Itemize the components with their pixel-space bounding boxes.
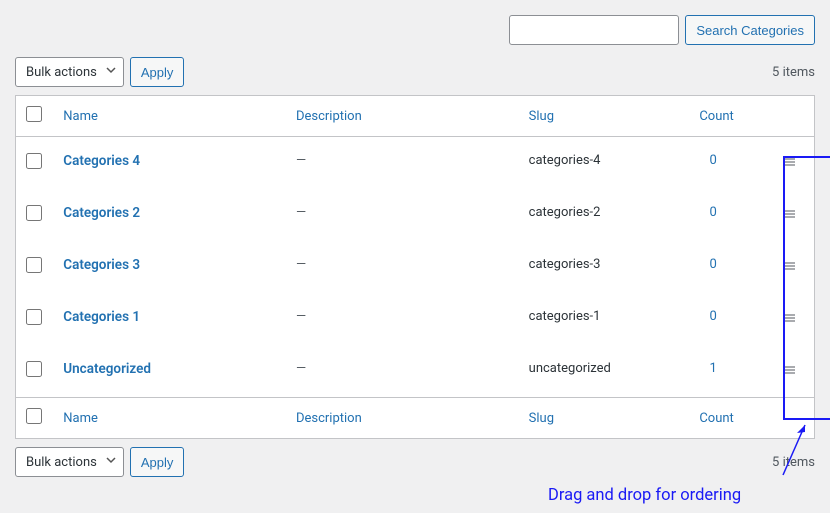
row-count-link[interactable]: 0 xyxy=(709,153,716,168)
items-count-top: 5 items xyxy=(772,65,815,80)
column-count-bottom[interactable]: Count xyxy=(699,411,733,426)
bulk-actions-select[interactable]: Bulk actions xyxy=(15,57,124,87)
table-row: Uncategorized — uncategorized 1 xyxy=(16,345,815,398)
column-slug-bottom[interactable]: Slug xyxy=(529,411,554,426)
table-row: Categories 2 — categories-2 0 xyxy=(16,189,815,241)
row-name-link[interactable]: Uncategorized xyxy=(63,361,151,377)
row-count-link[interactable]: 0 xyxy=(709,309,716,324)
drag-handle-icon[interactable] xyxy=(781,205,799,223)
drag-handle-icon[interactable] xyxy=(781,309,799,327)
row-description: — xyxy=(296,205,306,220)
search-categories-button[interactable]: Search Categories xyxy=(685,15,815,45)
row-name-link[interactable]: Categories 2 xyxy=(63,205,140,221)
drag-handle-icon[interactable] xyxy=(781,257,799,275)
column-name[interactable]: Name xyxy=(63,109,98,124)
row-description: — xyxy=(296,309,306,324)
select-all-checkbox-bottom[interactable] xyxy=(26,408,42,424)
row-slug: categories-4 xyxy=(529,153,601,168)
items-count-bottom: 5 items xyxy=(772,455,815,470)
column-description-bottom[interactable]: Description xyxy=(296,411,362,426)
row-description: — xyxy=(296,153,306,168)
row-count-link[interactable]: 0 xyxy=(709,257,716,272)
annotation-text: Drag and drop for ordering xyxy=(548,486,741,505)
row-checkbox[interactable] xyxy=(26,153,42,169)
table-row: Categories 1 — categories-1 0 xyxy=(16,293,815,345)
row-description: — xyxy=(296,361,306,376)
row-slug: uncategorized xyxy=(529,361,611,376)
row-name-link[interactable]: Categories 3 xyxy=(63,257,140,273)
column-count[interactable]: Count xyxy=(699,109,733,124)
row-count-link[interactable]: 1 xyxy=(709,361,716,376)
apply-button-top[interactable]: Apply xyxy=(130,57,185,87)
row-description: — xyxy=(296,257,306,272)
row-count-link[interactable]: 0 xyxy=(709,205,716,220)
chevron-down-icon xyxy=(105,64,117,80)
bulk-actions-label: Bulk actions xyxy=(26,65,97,80)
row-slug: categories-1 xyxy=(529,309,601,324)
row-checkbox[interactable] xyxy=(26,361,42,377)
search-input[interactable] xyxy=(509,15,679,45)
row-slug: categories-2 xyxy=(529,205,601,220)
row-checkbox[interactable] xyxy=(26,309,42,325)
table-row: Categories 4 — categories-4 0 xyxy=(16,137,815,190)
row-checkbox[interactable] xyxy=(26,257,42,273)
column-description[interactable]: Description xyxy=(296,109,362,124)
row-name-link[interactable]: Categories 4 xyxy=(63,153,140,169)
column-slug[interactable]: Slug xyxy=(529,109,554,124)
select-all-checkbox-top[interactable] xyxy=(26,106,42,122)
column-name-bottom[interactable]: Name xyxy=(63,411,98,426)
row-checkbox[interactable] xyxy=(26,205,42,221)
row-slug: categories-3 xyxy=(529,257,601,272)
bulk-actions-label-bottom: Bulk actions xyxy=(26,455,97,470)
bulk-actions-select-bottom[interactable]: Bulk actions xyxy=(15,447,124,477)
drag-handle-icon[interactable] xyxy=(781,361,799,379)
categories-table: Name Description Slug Count Categories 4… xyxy=(15,95,815,439)
drag-handle-icon[interactable] xyxy=(781,153,799,171)
row-name-link[interactable]: Categories 1 xyxy=(63,309,140,325)
table-row: Categories 3 — categories-3 0 xyxy=(16,241,815,293)
apply-button-bottom[interactable]: Apply xyxy=(130,447,185,477)
chevron-down-icon xyxy=(105,454,117,470)
